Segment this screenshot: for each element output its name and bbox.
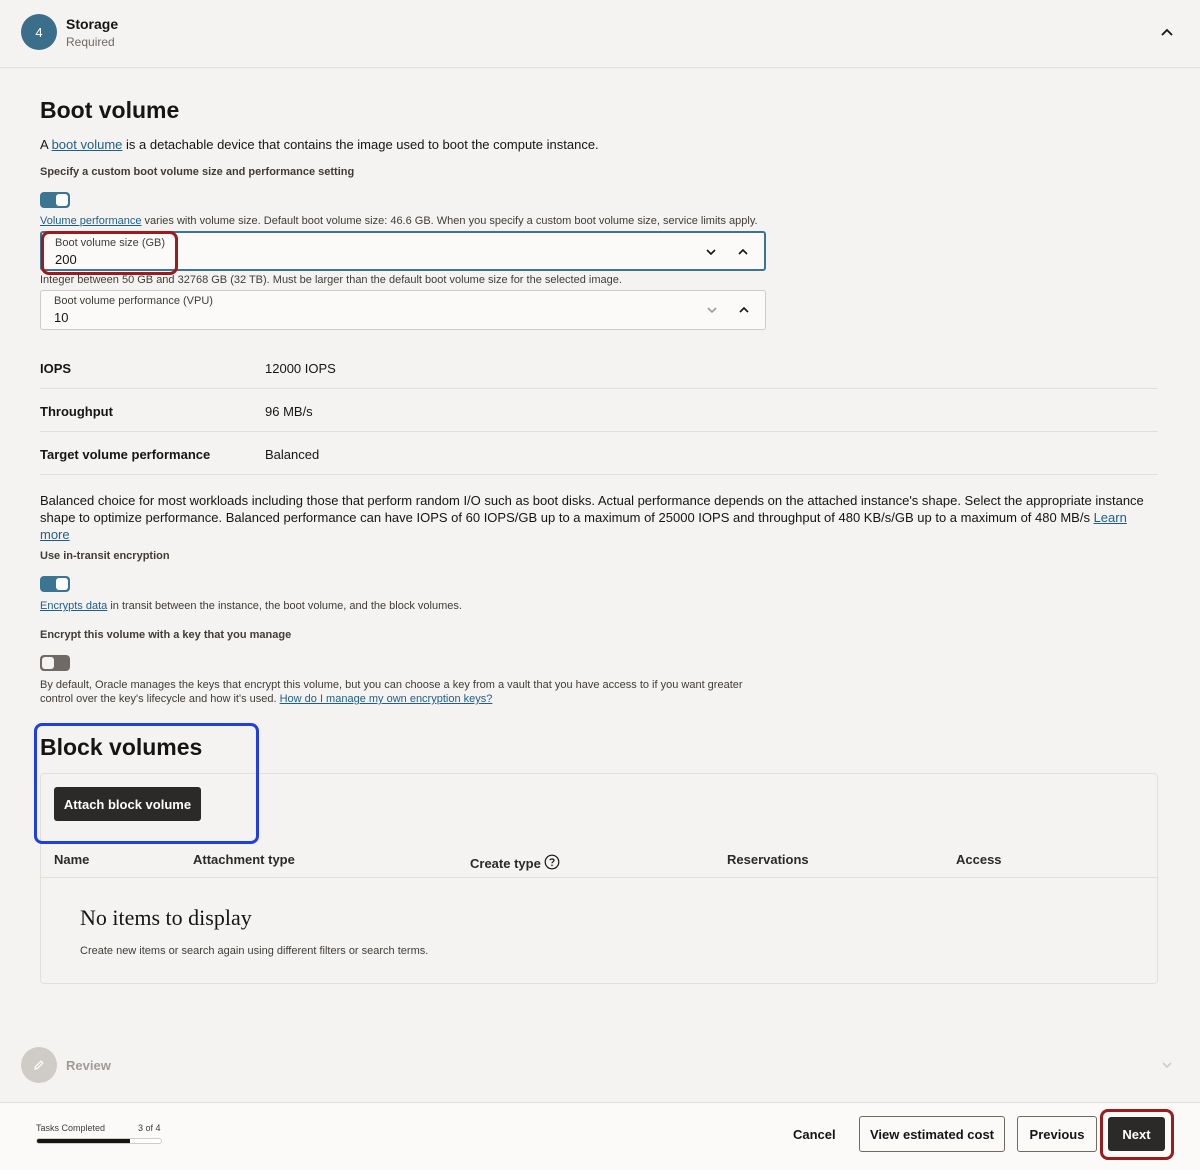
cancel-button[interactable]: Cancel — [793, 1116, 836, 1152]
tasks-completed-label: Tasks Completed — [36, 1123, 106, 1133]
managed-key-note-line1: By default, Oracle manages the keys that… — [40, 679, 743, 691]
managed-key-toggle[interactable] — [40, 655, 70, 671]
toggle-knob — [42, 657, 54, 669]
pencil-icon — [34, 1060, 44, 1070]
boot-volume-size-helper: Integer between 50 GB and 32768 GB (32 T… — [40, 274, 622, 286]
chevron-up-icon[interactable] — [737, 303, 751, 317]
detail-row-iops: IOPS 12000 IOPS — [40, 346, 1158, 389]
tasks-progress-bar — [36, 1138, 162, 1144]
chevron-up-icon[interactable] — [736, 245, 750, 259]
detail-row-target-performance: Target volume performance Balanced — [40, 432, 1158, 475]
chevron-down-icon[interactable] — [705, 303, 719, 317]
progress-fill — [37, 1139, 130, 1143]
toggle-knob — [56, 578, 68, 590]
transit-encryption-toggle[interactable] — [40, 576, 70, 592]
custom-size-toggle[interactable] — [40, 192, 70, 208]
table-header-divider — [41, 877, 1157, 878]
column-header-access[interactable]: Access — [956, 852, 1002, 867]
boot-volume-link[interactable]: boot volume — [52, 137, 123, 152]
boot-volume-intro: A boot volume is a detachable device tha… — [40, 137, 599, 152]
help-icon[interactable] — [544, 854, 560, 870]
transit-encryption-label: Use in-transit encryption — [40, 550, 170, 562]
annotation-highlight-next — [1100, 1109, 1174, 1160]
empty-state-title: No items to display — [80, 905, 252, 930]
column-header-name[interactable]: Name — [54, 852, 89, 867]
annotation-highlight-block-volumes — [34, 723, 259, 844]
boot-volume-vpu-field[interactable]: Boot volume performance (VPU) 10 — [40, 290, 766, 330]
chevron-down-icon[interactable] — [704, 245, 718, 259]
boot-volume-vpu-label: Boot volume performance (VPU) — [54, 295, 213, 307]
review-step-title[interactable]: Review — [66, 1058, 111, 1073]
chevron-up-icon[interactable] — [1158, 24, 1176, 42]
step-title: Storage — [66, 16, 119, 32]
volume-performance-link[interactable]: Volume performance — [40, 215, 142, 227]
manage-keys-link[interactable]: How do I manage my own encryption keys? — [280, 693, 493, 705]
column-header-attachment-type[interactable]: Attachment type — [193, 852, 295, 867]
step-number-badge: 4 — [21, 14, 57, 50]
view-estimated-cost-button[interactable]: View estimated cost — [859, 1116, 1005, 1152]
managed-key-note-line2: control over the key's lifecycle and how… — [40, 693, 493, 705]
custom-size-label: Specify a custom boot volume size and pe… — [40, 166, 355, 178]
previous-button[interactable]: Previous — [1017, 1116, 1097, 1152]
step-header[interactable]: 4 Storage Required — [0, 0, 1200, 68]
empty-state-subtitle: Create new items or search again using d… — [80, 945, 429, 957]
volume-performance-note: Volume performance varies with volume si… — [40, 215, 758, 227]
step-subtitle: Required — [66, 35, 115, 49]
chevron-down-icon[interactable] — [1160, 1058, 1174, 1072]
toggle-knob — [56, 194, 68, 206]
boot-volume-heading: Boot volume — [40, 97, 180, 123]
performance-description: Balanced choice for most workloads inclu… — [40, 493, 1144, 542]
encrypts-data-link[interactable]: Encrypts data — [40, 600, 107, 612]
detail-row-throughput: Throughput 96 MB/s — [40, 389, 1158, 432]
managed-key-label: Encrypt this volume with a key that you … — [40, 629, 292, 641]
tasks-completed-count: 3 of 4 — [138, 1123, 161, 1133]
annotation-highlight-size — [41, 231, 178, 275]
column-header-create-type[interactable]: Create type — [470, 854, 560, 871]
boot-volume-vpu-value[interactable]: 10 — [54, 310, 68, 325]
column-header-reservations[interactable]: Reservations — [727, 852, 809, 867]
transit-encryption-note: Encrypts data in transit between the ins… — [40, 600, 462, 612]
review-step-badge — [21, 1047, 57, 1083]
